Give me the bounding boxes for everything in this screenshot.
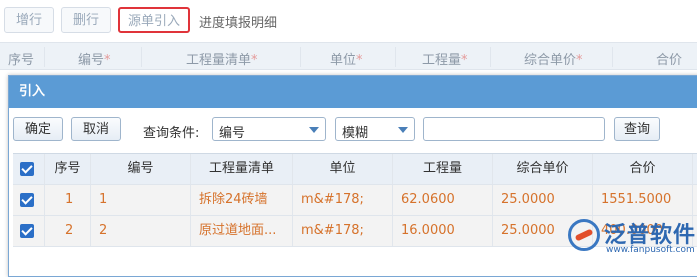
cell-item: 拆除24砖墙 (191, 185, 293, 215)
query-field-value: 编号 (219, 126, 246, 141)
add-row-button[interactable]: 增行 (4, 7, 54, 33)
bg-col-code: 编号* (78, 53, 111, 68)
col-price: 综合单价 (493, 154, 593, 184)
cell-price: 25.0000 (493, 185, 593, 215)
col-item: 工程量清单 (191, 154, 293, 184)
cancel-button[interactable]: 取消 (71, 117, 121, 141)
row-select-cell[interactable] (13, 185, 45, 215)
dialog-toolbar: 确定 取消 查询条件: 编号 模糊 查询 (9, 108, 697, 148)
query-button[interactable]: 查询 (614, 117, 660, 141)
col-code: 编号 (91, 154, 191, 184)
chevron-down-icon (309, 127, 319, 133)
cell-item: 原过道地面... (191, 216, 293, 246)
col-qty: 工程量 (393, 154, 493, 184)
row-select-cell[interactable] (13, 216, 45, 246)
grid-header-row: 序号 编号 工程量清单 单位 工程量 综合单价 合价 (13, 153, 697, 185)
bg-col-qty: 工程量* (422, 53, 468, 68)
cell-seq: 2 (45, 216, 91, 246)
cell-qty: 16.0000 (393, 216, 493, 246)
confirm-button[interactable]: 确定 (13, 117, 63, 141)
select-all-checkbox[interactable] (20, 162, 34, 176)
bg-col-unit: 单位* (330, 53, 363, 68)
col-seq: 序号 (45, 154, 91, 184)
query-field-select[interactable]: 编号 (212, 117, 326, 141)
table-row[interactable]: 1 1 拆除24砖墙 m&#178; 62.0600 25.0000 1551.… (13, 185, 697, 216)
row-checkbox[interactable] (20, 193, 34, 207)
progress-detail-tab[interactable]: 进度填报明细 (199, 12, 277, 31)
bg-col-price: 综合单价* (524, 53, 583, 68)
dialog-title: 引入 (9, 76, 697, 108)
source-import-button[interactable]: 源单引入 (118, 7, 190, 33)
match-mode-value: 模糊 (342, 126, 369, 141)
cell-unit: m&#178; (293, 216, 393, 246)
bg-col-seq: 序号 (8, 53, 35, 68)
bg-col-total: 合价 (656, 53, 683, 68)
col-total: 合价 (593, 154, 693, 184)
top-toolbar: 增行 删行 源单引入 进度填报明细 (0, 0, 697, 42)
cell-code: 1 (91, 185, 191, 215)
background-table-header: 序号 编号* 工程量清单* 单位* 工程量* 综合单价* 合价 (0, 42, 697, 70)
cell-qty: 62.0600 (393, 185, 493, 215)
col-unit: 单位 (293, 154, 393, 184)
row-checkbox[interactable] (20, 224, 34, 238)
brand-logo-icon (568, 219, 600, 251)
select-all-cell[interactable] (13, 154, 45, 184)
cell-unit: m&#178; (293, 185, 393, 215)
cell-code: 2 (91, 216, 191, 246)
brand-watermark: 泛普软件 www.fanpusoft.com (560, 215, 697, 259)
bg-col-item: 工程量清单* (186, 53, 258, 68)
match-mode-select[interactable]: 模糊 (335, 117, 415, 141)
brand-url: www.fanpusoft.com (606, 245, 695, 255)
query-condition-label: 查询条件: (143, 126, 200, 141)
cell-total: 1551.5000 (593, 185, 693, 215)
query-input[interactable] (423, 117, 605, 141)
chevron-down-icon (398, 127, 408, 133)
cell-seq: 1 (45, 185, 91, 215)
delete-row-button[interactable]: 删行 (61, 7, 111, 33)
